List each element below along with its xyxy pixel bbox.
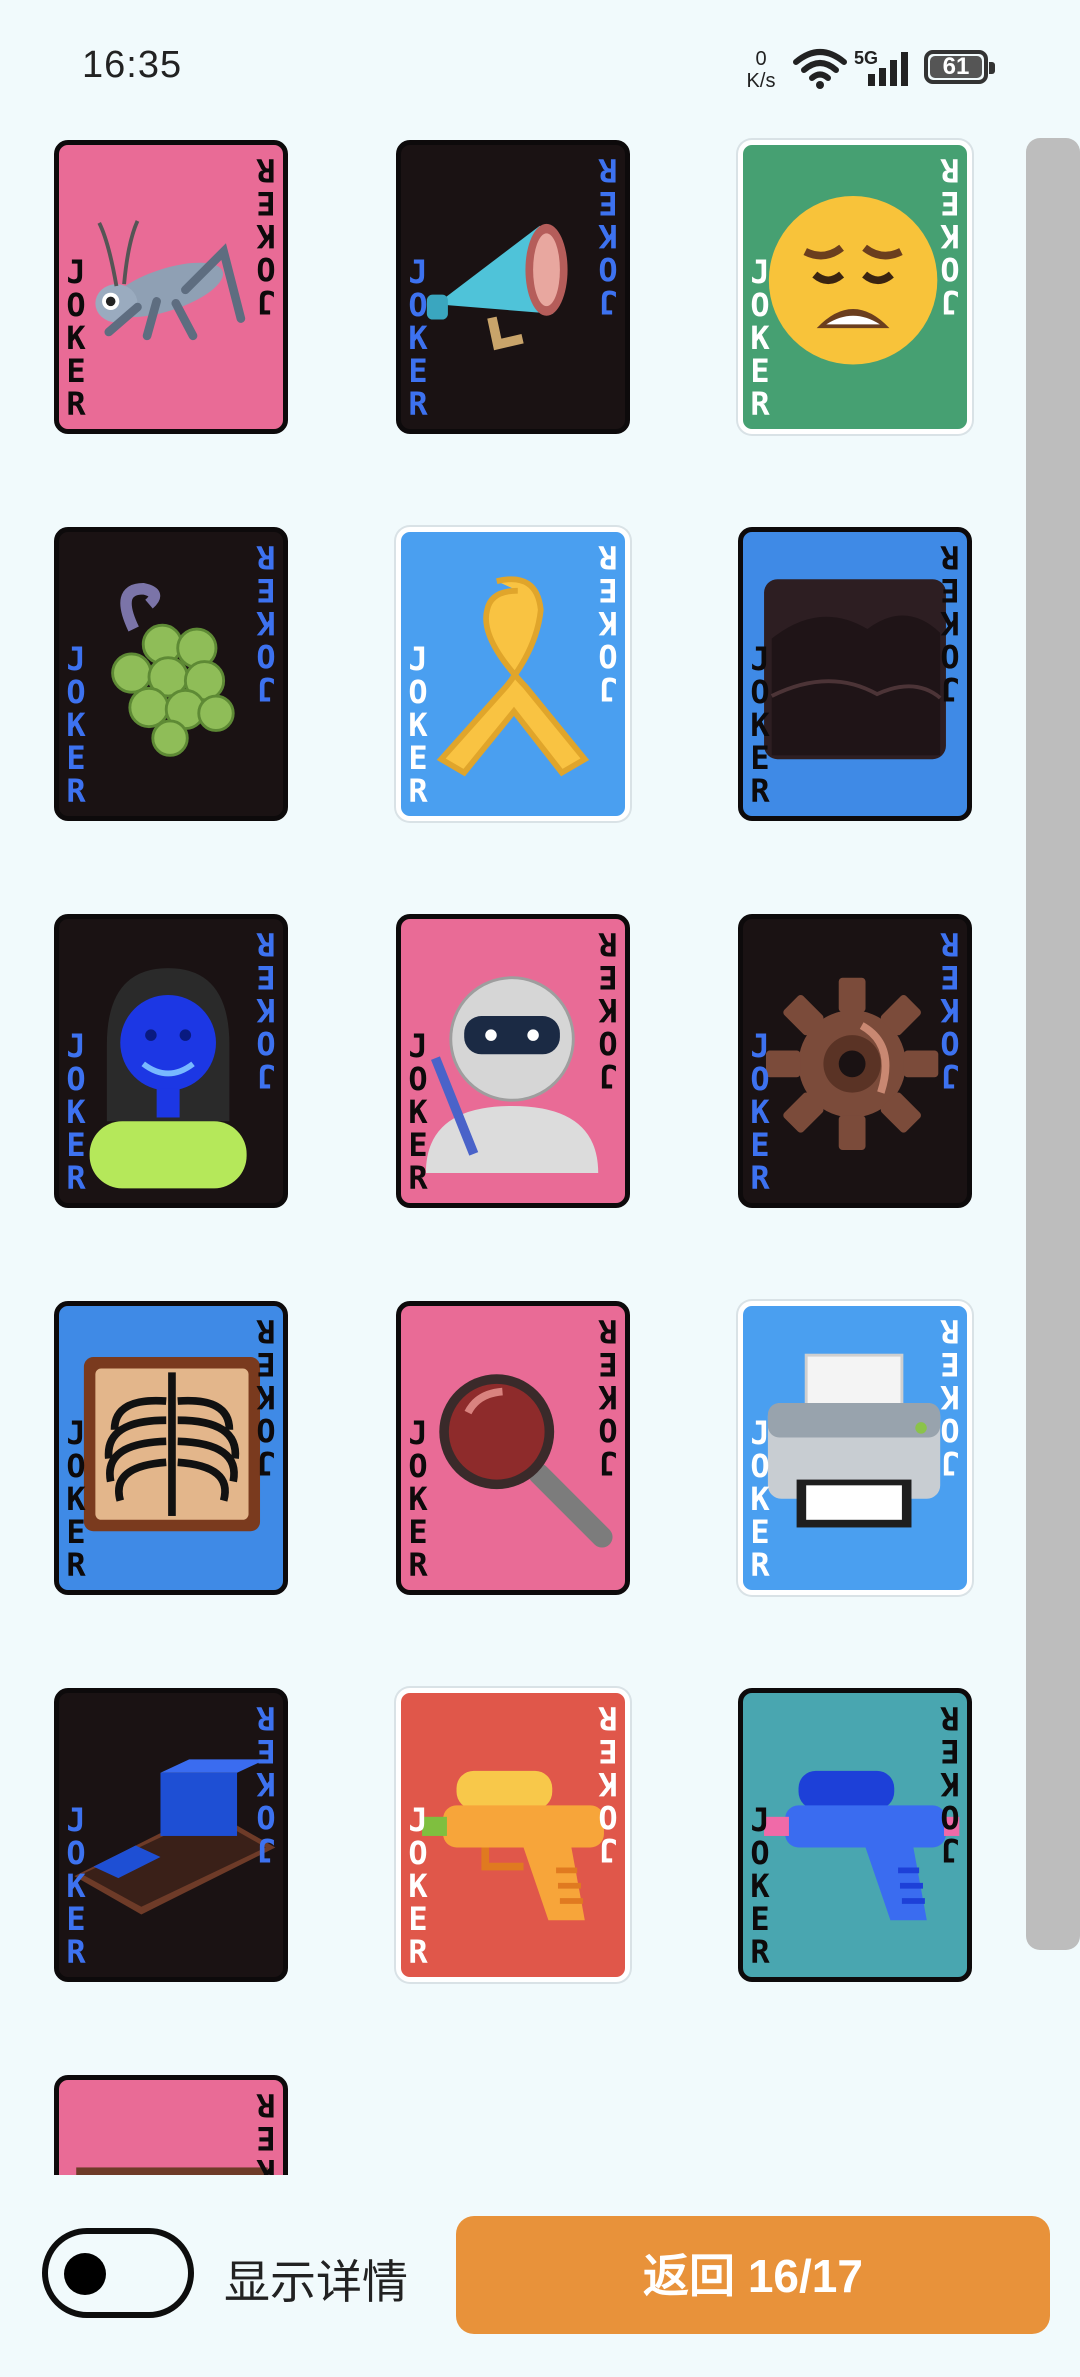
ribbon-icon	[436, 576, 590, 777]
megaphone-icon	[426, 223, 568, 351]
card-grid[interactable]: JOKER JOKER JOKER JOKER JOKER JOKER JOKER JOKER…	[0, 130, 1020, 2175]
printer-icon	[767, 1353, 941, 1528]
card-label: JOKER	[66, 1027, 86, 1197]
clock: 16:35	[82, 44, 183, 86]
card-label: JOKER	[750, 1414, 770, 1584]
card-label-rotated: JOKER	[940, 1312, 960, 1482]
back-button[interactable]: 返回 16/17	[456, 2216, 1050, 2334]
joker-card[interactable]: JOKER JOKER	[396, 140, 630, 434]
ninja-icon	[425, 976, 599, 1173]
joker-card[interactable]: JOKER JOKER	[54, 1688, 288, 1982]
card-label-rotated: JOKER	[598, 538, 618, 708]
card-label-rotated: JOKER	[598, 1699, 618, 1869]
card-label: JOKER	[66, 253, 86, 423]
card-label: JOKER	[66, 1801, 86, 1971]
card-label-rotated: JOKER	[940, 151, 960, 321]
joker-card[interactable]: JOKER JOKER	[54, 140, 288, 434]
card-label: JOKER	[750, 253, 770, 423]
joker-card[interactable]: JOKER JOKER	[396, 1301, 630, 1595]
card-label-rotated: JOKER	[256, 538, 276, 708]
cricket-icon	[95, 220, 246, 341]
card-label: JOKER	[408, 1027, 428, 1197]
card-label-rotated: JOKER	[256, 925, 276, 1095]
joker-card[interactable]: JOKERJOKER	[54, 2075, 288, 2175]
scrollbar[interactable]	[1026, 138, 1080, 1950]
card-label: JOKER	[750, 640, 770, 810]
battery-icon: 61	[924, 50, 995, 84]
svg-text:5G: 5G	[854, 48, 878, 68]
wifi-icon	[793, 49, 847, 89]
show-details-label: 显示详情	[224, 2256, 408, 2308]
gear-icon	[765, 977, 939, 1151]
card-label-rotated: JOKER	[256, 1699, 276, 1869]
card-label-rotated: JOKER	[256, 1312, 276, 1482]
card-label-rotated: JOKER	[598, 1312, 618, 1482]
magnifying-glass-icon	[439, 1374, 613, 1548]
card-label-rotated: JOKER	[940, 538, 960, 708]
card-label-rotated: JOKER	[940, 1699, 960, 1869]
joker-card[interactable]: JOKER JOKER	[54, 1301, 288, 1595]
card-label: JOKER	[408, 640, 428, 810]
toggle-knob	[64, 2253, 106, 2295]
x-ray-icon	[83, 1357, 261, 1532]
joker-card[interactable]: JOKER JOKER	[738, 1688, 972, 1982]
joker-card[interactable]: JOKER JOKER	[396, 527, 630, 821]
joker-card[interactable]: JOKER JOKER	[396, 914, 630, 1208]
card-label: JOKER	[750, 1027, 770, 1197]
card-label: JOKER	[408, 1801, 428, 1971]
card-label-rotated: JOKER	[256, 2086, 276, 2175]
water-pistol-blue-icon	[764, 1770, 960, 1921]
joker-card[interactable]: JOKER JOKER	[54, 914, 288, 1208]
card-label-rotated: JOKER	[256, 151, 276, 321]
card-label-rotated: JOKER	[598, 925, 618, 1095]
grapes-icon	[111, 583, 235, 757]
card-label: JOKER	[408, 1414, 428, 1584]
joker-card[interactable]: JOKER JOKER	[738, 140, 972, 434]
weary-face-icon	[768, 196, 938, 365]
joker-card[interactable]: JOKER JOKER	[738, 1301, 972, 1595]
status-bar: 16:35 0 K/s 5G 61	[0, 0, 1080, 130]
joker-card[interactable]: JOKER JOKER	[738, 527, 972, 821]
signal-5g-icon: 5G	[854, 48, 908, 86]
dark-clouds-icon	[764, 579, 946, 760]
card-label: JOKER	[66, 1414, 86, 1584]
woman-icon	[89, 968, 247, 1189]
net-speed: 0 K/s	[746, 48, 776, 92]
card-label-rotated: JOKER	[940, 925, 960, 1095]
card-label: JOKER	[408, 253, 428, 423]
ink-stone-icon	[74, 1759, 276, 1915]
joker-card[interactable]: JOKER JOKER	[54, 527, 288, 821]
partial-card-icon	[76, 2167, 268, 2175]
card-label: JOKER	[750, 1801, 770, 1971]
card-label: JOKER	[66, 640, 86, 810]
card-label-rotated: JOKER	[598, 151, 618, 321]
water-pistol-orange-icon	[422, 1770, 604, 1921]
joker-card[interactable]: JOKER JOKER	[738, 914, 972, 1208]
joker-card[interactable]: JOKER JOKER	[396, 1688, 630, 1982]
show-details-toggle[interactable]	[42, 2228, 194, 2318]
